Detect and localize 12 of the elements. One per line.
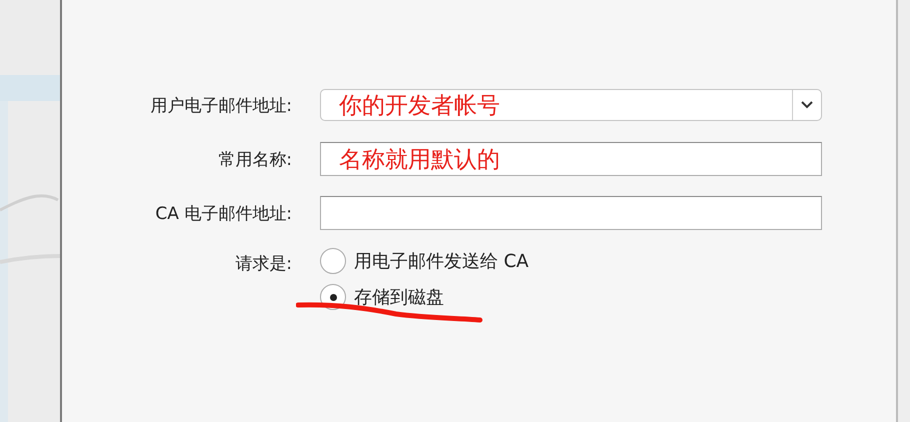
radio-option[interactable]: 用电子邮件发送给 CA bbox=[320, 248, 822, 274]
field-label: 常用名称: bbox=[218, 148, 292, 172]
input-field[interactable] bbox=[320, 196, 822, 230]
annotation-text: 你的开发者帐号 bbox=[339, 92, 500, 120]
combo-box[interactable]: 你的开发者帐号 bbox=[320, 89, 822, 121]
radio-button[interactable] bbox=[320, 248, 346, 274]
field-label: CA 电子邮件地址: bbox=[155, 202, 292, 226]
input-field[interactable]: 名称就用默认的 bbox=[320, 142, 822, 176]
annotation-text: 名称就用默认的 bbox=[339, 146, 500, 174]
radio-option[interactable]: 存储到磁盘 bbox=[320, 284, 822, 310]
field-label: 请求是: bbox=[235, 253, 292, 275]
field-label: 用户电子邮件地址: bbox=[150, 94, 292, 118]
